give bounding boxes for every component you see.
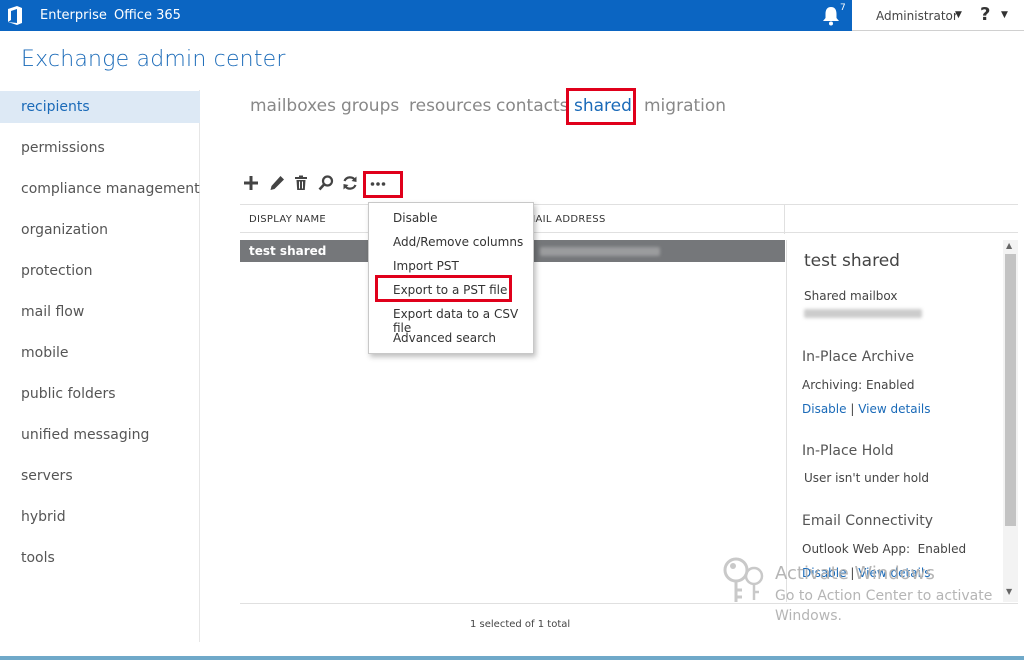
- tab-contacts[interactable]: contacts: [496, 96, 568, 116]
- sidebar-item-servers[interactable]: servers: [0, 460, 200, 492]
- archiving-value: Enabled: [865, 378, 915, 392]
- sidebar-item-mail-flow[interactable]: mail flow: [0, 296, 200, 328]
- tab-groups[interactable]: groups: [341, 96, 399, 116]
- user-panel: Administrator ▼ ? ▼: [852, 0, 1024, 31]
- more-button-highlight: [363, 171, 403, 198]
- archive-links: Disable | View details: [802, 402, 931, 416]
- tab-resources[interactable]: resources: [409, 96, 491, 116]
- nav-office-365[interactable]: Office 365: [114, 8, 181, 23]
- sidebar: recipients permissions compliance manage…: [0, 90, 200, 642]
- owa-value: Enabled: [917, 542, 967, 556]
- key-icon: [723, 557, 764, 602]
- tab-migration[interactable]: migration: [644, 96, 726, 116]
- archiving-label: Archiving:: [802, 378, 863, 392]
- edit-icon[interactable]: [268, 174, 286, 192]
- help-menu-caret-icon[interactable]: ▼: [1001, 10, 1008, 20]
- column-divider: [784, 205, 785, 234]
- watermark-line-3: Windows.: [775, 608, 842, 624]
- column-display-name[interactable]: DISPLAY NAME: [249, 214, 326, 225]
- tab-mailboxes[interactable]: mailboxes: [250, 96, 336, 116]
- grid-header: DISPLAY NAME EMAIL ADDRESS: [240, 204, 1018, 234]
- menu-item-add-remove-columns[interactable]: Add/Remove columns: [393, 235, 523, 249]
- watermark-line-2: Go to Action Center to activate: [775, 588, 993, 604]
- sidebar-item-public-folders[interactable]: public folders: [0, 378, 200, 410]
- sidebar-item-recipients[interactable]: recipients: [0, 91, 200, 123]
- details-scrollbar[interactable]: ▲ ▼: [1003, 240, 1018, 602]
- sidebar-item-protection[interactable]: protection: [0, 255, 200, 287]
- details-pane: test shared Shared mailbox In-Place Arch…: [786, 240, 1018, 602]
- watermark-title: Activate Windows: [775, 563, 935, 584]
- connectivity-heading: Email Connectivity: [802, 513, 934, 529]
- refresh-icon[interactable]: [341, 174, 359, 192]
- scroll-up-arrow-icon[interactable]: ▲: [1006, 241, 1012, 250]
- sidebar-item-mobile[interactable]: mobile: [0, 337, 200, 369]
- archive-disable-link[interactable]: Disable: [802, 402, 847, 416]
- details-type: Shared mailbox: [804, 289, 898, 303]
- scroll-down-arrow-icon[interactable]: ▼: [1006, 587, 1012, 596]
- sidebar-item-unified-messaging[interactable]: unified messaging: [0, 419, 200, 451]
- user-menu-caret-icon[interactable]: ▼: [955, 10, 962, 20]
- link-separator: |: [850, 402, 855, 416]
- menu-item-import-pst[interactable]: Import PST: [393, 259, 459, 273]
- search-icon[interactable]: [317, 174, 335, 192]
- cell-email-redacted: [540, 247, 660, 256]
- user-name[interactable]: Administrator: [876, 9, 958, 23]
- add-icon[interactable]: [242, 174, 260, 192]
- sidebar-item-organization[interactable]: organization: [0, 214, 200, 246]
- sidebar-item-hybrid[interactable]: hybrid: [0, 501, 200, 533]
- office-logo-icon[interactable]: [6, 6, 24, 25]
- owa-label: Outlook Web App:: [802, 542, 910, 556]
- tab-shared-highlight: [566, 88, 636, 125]
- notification-bell-icon[interactable]: [822, 6, 840, 26]
- sidebar-item-permissions[interactable]: permissions: [0, 132, 200, 164]
- delete-icon[interactable]: [292, 174, 310, 192]
- details-title: test shared: [804, 251, 900, 271]
- grid-status: 1 selected of 1 total: [470, 619, 571, 630]
- cell-display-name: test shared: [249, 244, 327, 258]
- owa-status: Outlook Web App: Enabled: [802, 542, 966, 556]
- hold-status: User isn't under hold: [804, 471, 930, 485]
- nav-enterprise[interactable]: Enterprise: [40, 8, 107, 23]
- archive-view-details-link[interactable]: View details: [858, 402, 930, 416]
- menu-item-advanced-search[interactable]: Advanced search: [393, 331, 496, 345]
- sidebar-item-tools[interactable]: tools: [0, 542, 200, 574]
- top-bar: Enterprise Office 365 7 Administrator ▼ …: [0, 0, 1024, 31]
- hold-heading: In-Place Hold: [802, 443, 894, 459]
- scrollbar-thumb[interactable]: [1005, 254, 1016, 526]
- details-email-redacted: [804, 309, 922, 318]
- menu-item-disable[interactable]: Disable: [393, 211, 438, 225]
- notification-count: 7: [840, 3, 846, 13]
- archiving-status: Archiving: Enabled: [802, 378, 914, 392]
- archive-heading: In-Place Archive: [802, 349, 915, 365]
- window-bottom-border: [0, 656, 1024, 660]
- page-title: Exchange admin center: [21, 47, 286, 72]
- export-pst-highlight: [375, 275, 512, 302]
- sidebar-item-compliance-management[interactable]: compliance management: [0, 173, 200, 205]
- help-icon[interactable]: ?: [980, 4, 990, 25]
